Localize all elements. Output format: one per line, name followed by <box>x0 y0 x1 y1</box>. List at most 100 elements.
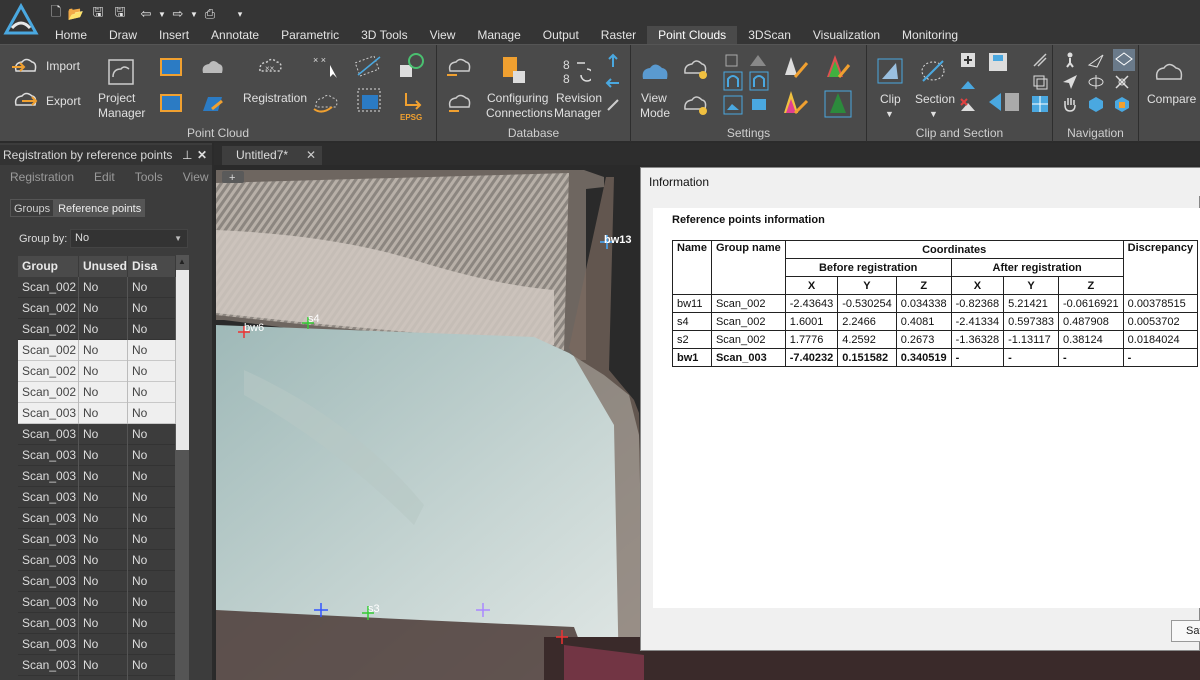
cube-blue-icon[interactable] <box>1087 95 1105 113</box>
table-row[interactable]: Scan_002 No No <box>18 340 176 361</box>
section-dropdown-icon[interactable]: ▼ <box>929 107 938 121</box>
magnet-blue-2-icon[interactable] <box>749 71 769 91</box>
tab-annotate[interactable]: Annotate <box>200 26 270 44</box>
column-header-1[interactable]: Unused <box>79 256 128 277</box>
import-button[interactable]: Import <box>46 59 80 73</box>
cube-orange-icon[interactable] <box>1113 95 1131 113</box>
table-scrollbar-thumb[interactable] <box>176 270 189 450</box>
clip-icon[interactable] <box>876 57 904 85</box>
project-manager-label-1[interactable]: Project <box>98 91 135 105</box>
cloud-gray-icon[interactable] <box>198 53 226 81</box>
new-file-icon[interactable]: 🗋 <box>48 4 64 22</box>
cloud-light-icon[interactable] <box>681 89 709 117</box>
table-row[interactable]: Scan_002 No No <box>18 382 176 403</box>
fly-icon[interactable] <box>1087 51 1105 69</box>
import-icon[interactable] <box>10 53 38 81</box>
section-grid-icon[interactable] <box>1031 95 1049 113</box>
undo-icon[interactable]: ⇦ <box>138 6 154 22</box>
table-row[interactable]: Scan_003NoNo <box>18 466 176 487</box>
merge-clouds-icon[interactable] <box>312 89 342 115</box>
view-mode-label-1[interactable]: View <box>641 91 667 105</box>
table-row[interactable]: Scan_003NoNo <box>18 508 176 529</box>
revision-manager-icon[interactable]: 88 <box>561 55 591 87</box>
tree-color-icon[interactable] <box>823 53 851 81</box>
section-save-icon[interactable] <box>987 51 1009 73</box>
tab-3dscan[interactable]: 3DScan <box>737 26 802 44</box>
redo-dropdown-icon[interactable]: ▼ <box>186 6 202 22</box>
document-tab[interactable]: Untitled7* ✕ <box>222 146 322 165</box>
table-row[interactable]: Scan_003NoNo <box>18 529 176 550</box>
cloud-settings-icon[interactable] <box>681 53 709 81</box>
box-wireframe-icon[interactable] <box>723 51 741 69</box>
tab-point-clouds[interactable]: Point Clouds <box>647 26 738 44</box>
table-row[interactable]: Scan_003NoNo <box>18 676 176 680</box>
open-folder-icon[interactable]: 📂 <box>68 6 84 22</box>
tab-draw[interactable]: Draw <box>98 26 148 44</box>
point-cloud-stack-icon[interactable] <box>157 53 185 81</box>
screen-blue-icon[interactable] <box>749 95 769 115</box>
section-lines-icon[interactable] <box>1031 51 1049 69</box>
menu-registration[interactable]: Registration <box>0 167 84 187</box>
table-row[interactable]: Scan_003NoNo <box>18 487 176 508</box>
clip-button[interactable]: Clip <box>880 92 901 106</box>
section-icon[interactable] <box>919 57 947 85</box>
tab-monitoring[interactable]: Monitoring <box>891 26 969 44</box>
section-arrow-icon[interactable] <box>987 89 1021 115</box>
walk-icon[interactable] <box>1061 51 1079 69</box>
export-icon[interactable] <box>10 87 38 115</box>
project-manager-icon[interactable] <box>106 57 136 87</box>
tab-3d-tools[interactable]: 3D Tools <box>350 26 418 44</box>
section-copy-icon[interactable] <box>1031 73 1049 91</box>
database-connect-icon[interactable] <box>445 89 473 117</box>
table-row[interactable]: Scan_003NoNo <box>18 592 176 613</box>
magnet-blue-icon[interactable] <box>723 71 743 91</box>
tab-parametric[interactable]: Parametric <box>270 26 350 44</box>
close-panel-icon[interactable]: ✕ <box>197 145 207 165</box>
registration-icon[interactable]: ×× <box>256 53 284 81</box>
db-download-icon[interactable] <box>605 75 621 91</box>
view-mode-icon[interactable] <box>639 57 671 85</box>
db-disconnect-icon[interactable] <box>605 97 621 113</box>
close-tab-icon[interactable]: ✕ <box>306 146 316 165</box>
tab-home[interactable]: Home <box>44 26 98 44</box>
tree-gray-icon[interactable] <box>781 53 809 81</box>
table-row[interactable]: Scan_002 No No <box>18 361 176 382</box>
table-row[interactable]: Scan_002 No No <box>18 277 176 298</box>
table-row[interactable]: Scan_003NoNo <box>18 445 176 466</box>
clip-remove-icon[interactable] <box>959 95 977 113</box>
tree-rainbow-icon[interactable] <box>781 89 809 117</box>
column-header-2[interactable]: Disa <box>128 256 176 277</box>
save-button[interactable]: Sav <box>1171 620 1200 642</box>
georeference-icon[interactable] <box>398 51 426 79</box>
tab-manage[interactable]: Manage <box>466 26 531 44</box>
customize-toolbar-icon[interactable]: ▾ <box>232 6 248 22</box>
project-manager-label-2[interactable]: Manager <box>98 106 145 120</box>
align-points-icon[interactable] <box>354 53 384 79</box>
point-cloud-box-icon[interactable] <box>157 89 185 117</box>
export-button[interactable]: Export <box>46 94 81 108</box>
tab-output[interactable]: Output <box>532 26 590 44</box>
menu-view[interactable]: View <box>173 167 219 187</box>
tab-insert[interactable]: Insert <box>148 26 200 44</box>
point-cloud-edit-icon[interactable] <box>198 89 226 117</box>
table-row[interactable]: Scan_003NoNo <box>18 613 176 634</box>
mountain-icon[interactable] <box>749 51 767 69</box>
table-row[interactable]: Scan_002 No No <box>18 298 176 319</box>
section-button[interactable]: Section <box>915 92 955 106</box>
table-row[interactable]: Scan_003NoNo <box>18 634 176 655</box>
db-upload-icon[interactable] <box>605 53 621 69</box>
pan-hand-icon[interactable] <box>1061 95 1079 113</box>
scroll-up-icon[interactable]: ▲ <box>178 257 186 266</box>
clip-add-icon[interactable] <box>959 51 977 69</box>
configuring-connections-label-1[interactable]: Configuring <box>487 91 548 105</box>
registration-button[interactable]: Registration <box>243 91 307 105</box>
view-mode-label-2[interactable]: Mode <box>640 106 670 120</box>
table-row[interactable]: Scan_003NoNo <box>18 655 176 676</box>
menu-edit[interactable]: Edit <box>84 167 125 187</box>
tab-reference-points[interactable]: Reference points <box>54 199 146 217</box>
pick-points-icon[interactable]: × × <box>312 53 342 79</box>
tab-visualization[interactable]: Visualization <box>802 26 891 44</box>
save-icon[interactable]: 🖫 <box>90 4 106 22</box>
tree-green-icon[interactable] <box>823 89 853 119</box>
orbit-icon[interactable] <box>1087 73 1105 91</box>
